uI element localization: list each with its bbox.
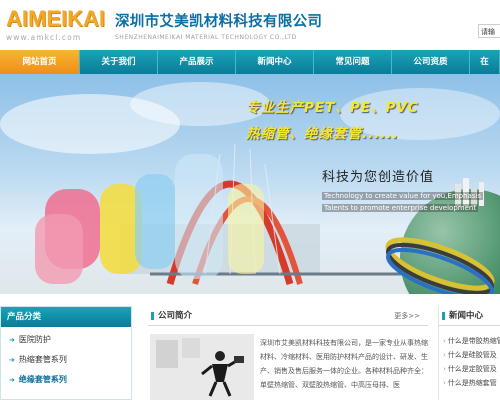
about-panel: 公司简介 更多>> 深圳市艾美凯材料科技有限公司，是一家专业从事热缩材料、冷缩材…: [148, 306, 428, 400]
company-name-en: SHENZHENAIMEIKAI MATERIAL TECHNOLOGY CO.…: [115, 34, 297, 41]
banner-headline-2: 热缩管、绝缘套管......: [246, 126, 399, 142]
nav-item-home[interactable]: 网站首页: [0, 50, 80, 74]
category-item-heat-shrink[interactable]: ➜ 热缩套管系列: [9, 353, 131, 373]
arrow-icon: ➜: [9, 356, 15, 364]
news-title: 新闻中心: [439, 306, 500, 326]
arrow-icon: ➜: [9, 376, 15, 384]
about-title-text: 公司简介: [158, 311, 193, 321]
news-panel: 新闻中心 › 什么是带胶热缩管 › 什么是硅胶管及 › 什么是定胶管及 › 什么是热缩套…: [438, 306, 500, 400]
nav-item-qualification[interactable]: 公司资质: [392, 50, 470, 74]
company-name-cn: 深圳市艾美凯材料科技有限公司: [115, 14, 323, 30]
about-description: 深圳市艾美凯材料科技有限公司，是一家专业从事热缩材料、冷缩材料、医用防护材料产品…: [260, 339, 428, 389]
category-item-insulation[interactable]: ➜ 绝缘套管系列: [9, 373, 131, 393]
hero-banner[interactable]: 专业生产PET、PE、PVC 热缩管、绝缘套管...... 科技为您创造价值 T…: [0, 74, 500, 294]
logo[interactable]: AIMEIKAI www.amkcl.com: [6, 8, 112, 44]
product-categories-panel: 产品分类 ➜ 医院防护 ➜ 热缩套管系列 ➜ 绝缘套管系列: [0, 306, 132, 400]
nav-item-products[interactable]: 产品展示: [158, 50, 236, 74]
banner-english-line-2: Talents to promote enterprise developmen…: [322, 204, 479, 212]
nav-item-faq[interactable]: 常见问题: [314, 50, 392, 74]
nav-item-news[interactable]: 新闻中心: [236, 50, 314, 74]
more-link[interactable]: 更多>>: [394, 306, 420, 325]
about-image: [150, 334, 254, 400]
logo-url: www.amkcl.com: [6, 33, 82, 42]
banner-headline-1: 专业生产PET、PE、PVC: [246, 100, 419, 116]
category-label: 医院防护: [18, 335, 51, 344]
category-label: 绝缘套管系列: [18, 375, 67, 384]
logo-text: AIMEIKAI: [6, 6, 105, 31]
news-item-label: 什么是带胶热缩管: [447, 337, 500, 345]
about-title: 公司简介 更多>>: [148, 306, 428, 326]
arrow-icon: ➜: [9, 336, 15, 344]
bullet-icon: ›: [443, 351, 446, 359]
nav-item-about[interactable]: 关于我们: [80, 50, 158, 74]
bullet-icon: ›: [443, 365, 446, 373]
search-input[interactable]: 请输: [478, 24, 500, 38]
news-item[interactable]: › 什么是定胶管及: [443, 362, 500, 376]
news-item-label: 什么是定胶管及: [447, 365, 497, 373]
bullet-icon: ›: [443, 379, 446, 387]
product-categories-title: 产品分类: [1, 307, 131, 327]
bullet-icon: ›: [443, 337, 446, 345]
banner-slogan: 科技为您创造价值: [322, 170, 435, 185]
news-item-label: 什么是硅胶管及: [447, 351, 497, 359]
business-person-icon: [150, 334, 254, 400]
product-categories-list: ➜ 医院防护 ➜ 热缩套管系列 ➜ 绝缘套管系列: [1, 327, 131, 393]
site-header: AIMEIKAI www.amkcl.com 深圳市艾美凯材料科技有限公司 SH…: [0, 0, 500, 50]
news-item[interactable]: › 什么是硅胶管及: [443, 348, 500, 362]
nav-item-online[interactable]: 在: [470, 50, 500, 74]
category-label: 热缩套管系列: [18, 355, 67, 364]
news-item[interactable]: › 什么是热缩套管: [443, 376, 500, 390]
category-item-hospital[interactable]: ➜ 医院防护: [9, 333, 131, 353]
banner-english-line-1: Technology to create value for you,Empha…: [322, 192, 484, 200]
news-item-label: 什么是热缩套管: [447, 379, 497, 387]
company-name-block: 深圳市艾美凯材料科技有限公司 SHENZHENAIMEIKAI MATERIAL…: [115, 10, 322, 41]
main-nav: 网站首页 关于我们 产品展示 新闻中心 常见问题 公司资质 在: [0, 50, 500, 74]
news-item[interactable]: › 什么是带胶热缩管: [443, 334, 500, 348]
news-list: › 什么是带胶热缩管 › 什么是硅胶管及 › 什么是定胶管及 › 什么是热缩套管: [439, 326, 500, 390]
